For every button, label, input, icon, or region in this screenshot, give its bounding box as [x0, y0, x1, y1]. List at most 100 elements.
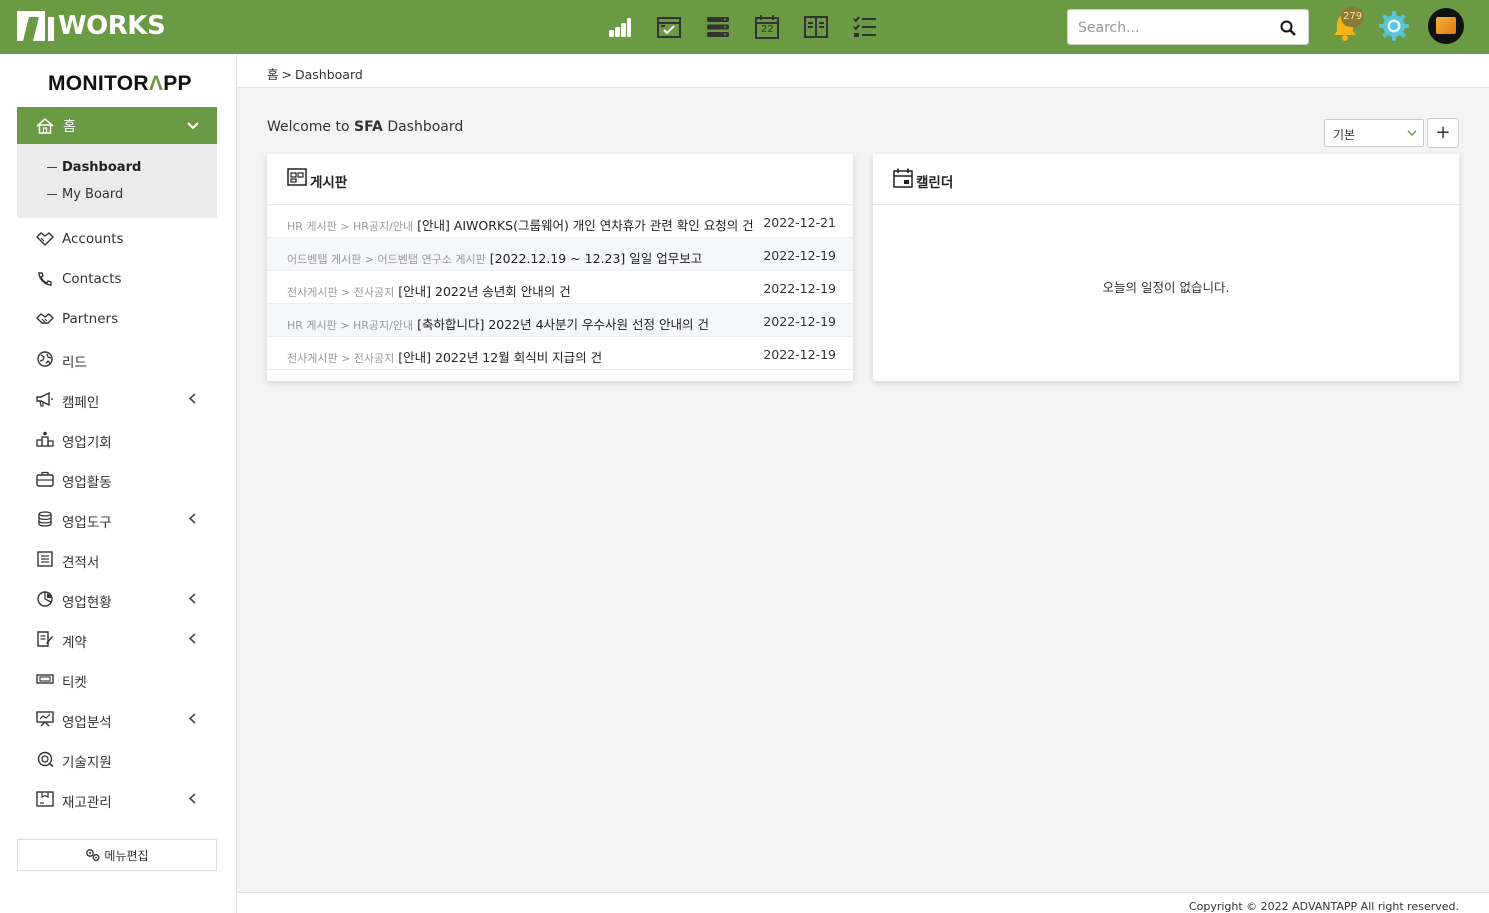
board-row-title[interactable]: [안내] 2022년 12월 회식비 지급의 건 — [398, 350, 602, 365]
sidebar-item-ticket[interactable]: 티켓 — [17, 659, 217, 699]
board-row-date: 2022-12-19 — [763, 248, 836, 263]
sidebar-item-home[interactable]: 홈 — [17, 107, 217, 144]
calendar-empty-message: 오늘의 일정이 없습니다. — [1102, 280, 1230, 295]
top-shortcut-icons: 22 — [604, 12, 881, 42]
home-icon — [36, 117, 54, 134]
chevron-left-icon — [189, 593, 196, 604]
sidebar: MONITORΛPP 홈 Dashboard My Board Accounts… — [0, 54, 237, 913]
sidebar-item-accounts[interactable]: Accounts — [17, 219, 217, 259]
board-row-title[interactable]: [안내] AIWORKS(그룹웨어) 개인 연차휴가 관련 확인 요청의 건 — [417, 218, 754, 233]
contract-icon — [37, 631, 53, 647]
menu-edit-button[interactable]: 메뉴편집 — [17, 839, 217, 871]
board-panel-header: 게시판 — [267, 154, 853, 205]
handshake-icon — [36, 232, 54, 246]
server-icon[interactable] — [702, 12, 734, 42]
footer: Copyright © 2022 ADVANTAPP All right res… — [237, 892, 1489, 913]
sidebar-item-label: 영업분석 — [62, 715, 112, 731]
search-icon[interactable] — [1280, 20, 1296, 40]
board-row[interactable]: 전사게시판 > 전사공지 [안내] 2022년 12월 회식비 지급의 건 202… — [267, 337, 853, 370]
sidebar-item-leads[interactable]: 리드 — [17, 339, 217, 379]
podium-icon — [36, 431, 54, 447]
sidebar-item-sales-status[interactable]: 영업현황 — [17, 579, 217, 619]
calendar-panel-header: 캘린더 — [873, 154, 1459, 205]
briefcase-icon — [36, 471, 54, 487]
board-row-path: HR 게시판 > HR공지/안내 — [287, 319, 414, 332]
brand-logo[interactable]: MONITORΛPP — [48, 72, 192, 96]
sidebar-item-label: 견적서 — [62, 555, 100, 571]
select-value: 기본 — [1333, 128, 1356, 142]
board-panel: 게시판 HR 게시판 > HR공지/안내 [안내] AIWORKS(그룹웨어) 개… — [267, 154, 853, 381]
sidebar-item-label: 영업현황 — [62, 595, 112, 611]
ticket-icon — [36, 674, 54, 684]
chevron-left-icon — [189, 713, 196, 724]
search-input[interactable] — [1078, 18, 1268, 38]
notification-bell-icon[interactable]: 279 — [1331, 7, 1365, 42]
board-row-path: 어드벤탭 게시판 > 어드벤탭 연구소 게시판 — [287, 253, 486, 266]
sidebar-item-inventory[interactable]: 재고관리 — [17, 779, 217, 819]
checklist-icon[interactable] — [849, 12, 881, 42]
calendar-day: 22 — [761, 24, 774, 35]
board-row-path: 전사게시판 > 전사공지 — [287, 286, 395, 299]
sidebar-item-quote[interactable]: 견적서 — [17, 539, 217, 579]
calendar-icon[interactable]: 22 — [751, 12, 783, 42]
calendar-check-icon[interactable] — [653, 12, 685, 42]
app-logo[interactable]: WORKS — [17, 10, 166, 42]
sidebar-item-tech-support[interactable]: 기술지원 — [17, 739, 217, 779]
chevron-left-icon — [189, 513, 196, 524]
board-row-date: 2022-12-19 — [763, 281, 836, 296]
sidebar-item-label: 영업활동 — [62, 475, 112, 491]
sidebar-item-contract[interactable]: 계약 — [17, 619, 217, 659]
pie-icon — [37, 591, 53, 607]
board-row-date: 2022-12-21 — [763, 215, 836, 230]
board-list: HR 게시판 > HR공지/안내 [안내] AIWORKS(그룹웨어) 개인 연차… — [267, 205, 853, 370]
submenu-item-dashboard[interactable]: Dashboard — [47, 160, 141, 175]
chevron-left-icon — [189, 393, 196, 404]
board-row-title[interactable]: [2022.12.19 ~ 12.23] 일일 업무보고 — [490, 251, 702, 266]
sidebar-item-label: Accounts — [62, 231, 124, 247]
board-row[interactable]: 전사게시판 > 전사공지 [안내] 2022년 송년회 안내의 건 2022-12… — [267, 271, 853, 304]
phone-icon — [38, 272, 52, 286]
board-row-date: 2022-12-19 — [763, 314, 836, 329]
sidebar-item-label: 티켓 — [62, 675, 87, 691]
top-navigation-bar: WORKS 22 279 — [0, 0, 1489, 54]
chevron-left-icon — [189, 793, 196, 804]
board-row[interactable]: 어드벤탭 게시판 > 어드벤탭 연구소 게시판 [2022.12.19 ~ 12.… — [267, 238, 853, 271]
board-row[interactable]: HR 게시판 > HR공지/안내 [안내] AIWORKS(그룹웨어) 개인 연차… — [267, 205, 853, 238]
chart-icon[interactable] — [604, 12, 636, 42]
menu-edit-label: 메뉴편집 — [104, 848, 149, 863]
sidebar-item-label: 재고관리 — [62, 795, 112, 811]
board-row-path: HR 게시판 > HR공지/안내 — [287, 220, 414, 233]
board-row-title[interactable]: [축하합니다] 2022년 4사분기 우수사원 선정 안내의 건 — [417, 317, 709, 332]
sidebar-item-label: 리드 — [62, 355, 87, 371]
chevron-down-icon — [1407, 130, 1417, 136]
user-avatar[interactable] — [1428, 8, 1464, 44]
megaphone-icon — [36, 391, 53, 407]
sidebar-item-analysis[interactable]: 영업분석 — [17, 699, 217, 739]
board-row[interactable]: HR 게시판 > HR공지/안내 [축하합니다] 2022년 4사분기 우수사원 … — [267, 304, 853, 337]
breadcrumb-separator: > — [281, 67, 292, 82]
search-box — [1067, 9, 1309, 45]
board-row-path: 전사게시판 > 전사공지 — [287, 352, 395, 365]
globe-icon — [37, 351, 53, 367]
sidebar-item-partners[interactable]: Partners — [17, 299, 217, 339]
sidebar-item-label: 캠페인 — [62, 395, 100, 411]
database-icon — [38, 511, 52, 527]
sidebar-item-activity[interactable]: 영업활동 — [17, 459, 217, 499]
notification-count-badge: 279 — [1341, 7, 1365, 27]
sidebar-item-sales-tools[interactable]: 영업도구 — [17, 499, 217, 539]
sidebar-item-contacts[interactable]: Contacts — [17, 259, 217, 299]
sidebar-item-label: Contacts — [62, 271, 122, 287]
dashboard-layout-select[interactable]: 기본 — [1324, 119, 1424, 147]
breadcrumb-home[interactable]: 홈 — [267, 67, 279, 82]
settings-gear-icon[interactable] — [1378, 10, 1410, 42]
add-widget-button[interactable]: + — [1427, 118, 1459, 148]
sidebar-item-label: 기술지원 — [62, 755, 112, 771]
submenu-item-my-board[interactable]: My Board — [47, 187, 123, 202]
sidebar-item-opportunity[interactable]: 영업기회 — [17, 419, 217, 459]
board-row-title[interactable]: [안내] 2022년 송년회 안내의 건 — [398, 284, 570, 299]
sidebar-item-label: 영업도구 — [62, 515, 112, 531]
book-icon[interactable] — [800, 12, 832, 42]
sidebar-item-campaign[interactable]: 캠페인 — [17, 379, 217, 419]
logo-mark — [17, 11, 54, 41]
calendar-panel: 캘린더 오늘의 일정이 없습니다. — [873, 154, 1459, 381]
